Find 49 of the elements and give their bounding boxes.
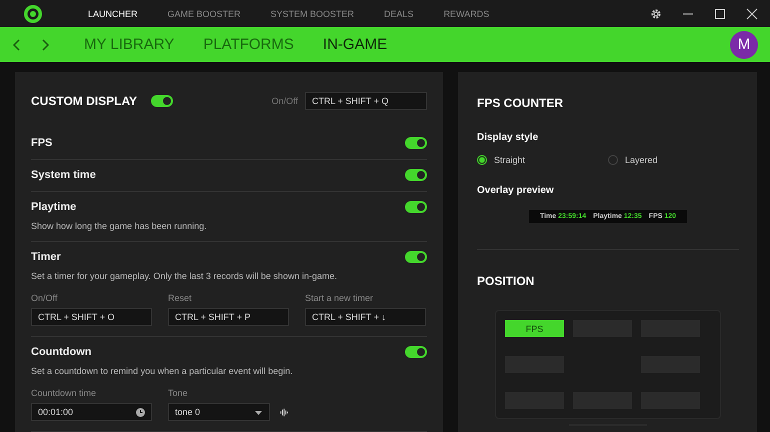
toggle-switch[interactable] [405,251,427,263]
forward-icon[interactable] [40,38,50,52]
radio-option[interactable]: Straight [477,155,608,165]
setting-description: Set a countdown to remind you when a particular event will begin. [31,366,294,376]
hotkey-field[interactable]: CTRL + SHIFT + P [168,308,289,326]
clock-icon [136,408,145,416]
setting-title: Countdown [31,346,92,358]
position-slot[interactable]: FPS [505,320,564,337]
setting-title: FPS [31,137,52,149]
field-label: On/Off [272,96,298,106]
field-label: On/Off [31,293,58,303]
section-title: CUSTOM DISPLAY [31,94,138,108]
subsection-title: Display style [477,132,540,143]
subsection-title: Overlay preview [477,185,555,196]
settings-icon[interactable] [650,8,662,20]
back-icon[interactable] [12,38,22,52]
hotkey-field[interactable]: CTRL + SHIFT + O [31,308,152,326]
section-title: POSITION [477,274,536,288]
setting-description: Set a timer for your gameplay. Only the last 3 records will be shown in-game. [31,271,338,281]
field-label: Reset [168,293,193,303]
setting-title: System time [31,169,96,181]
field-label: Tone [168,388,189,398]
hotkey-field[interactable]: CTRL + SHIFT + ↓ [305,308,426,326]
setting-description: Show how long the game has been running. [31,221,208,231]
setting-title: Playtime [31,201,76,213]
time-field[interactable]: 00:01:00 [31,403,152,421]
radio-option[interactable]: Layered [608,155,739,165]
tab[interactable]: IN-GAME [322,36,388,53]
logo-icon [24,4,42,22]
toggle-switch[interactable] [405,346,427,358]
dropdown[interactable]: tone 0 [168,403,270,421]
nav-tab[interactable]: SYSTEM BOOSTER [270,8,354,18]
toggle-switch[interactable] [405,137,427,149]
toggle-switch[interactable] [405,169,427,181]
setting-title: Timer [31,251,61,263]
avatar[interactable]: M [730,30,758,58]
nav-tab[interactable]: DEALS [384,8,414,18]
toggle-switch[interactable] [405,201,427,213]
nav-tab[interactable]: LAUNCHER [88,8,138,18]
sound-icon[interactable] [280,406,289,418]
close-icon[interactable] [746,8,758,20]
toggle-switch[interactable] [151,95,174,107]
nav-tab[interactable]: GAME BOOSTER [168,8,241,18]
field-label: Start a new timer [305,293,374,303]
section-title: FPS COUNTER [477,96,564,110]
maximize-icon[interactable] [714,8,726,20]
field-label: Countdown time [31,388,98,398]
hotkey-field[interactable]: CTRL + SHIFT + Q [305,92,427,110]
nav-tab[interactable]: REWARDS [444,8,490,18]
